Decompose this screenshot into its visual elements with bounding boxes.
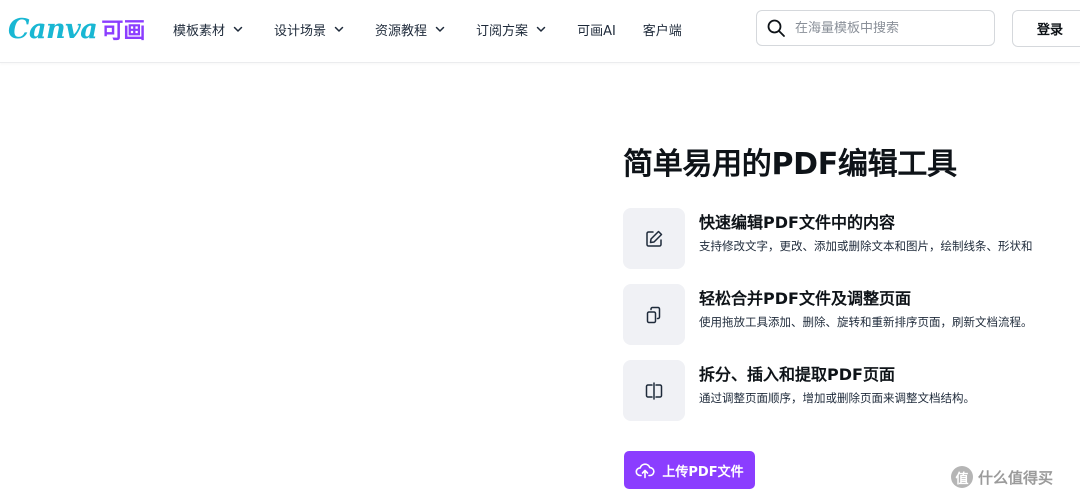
edit-icon xyxy=(646,230,663,247)
split-icon xyxy=(645,381,663,400)
watermark-badge: 值 xyxy=(951,466,973,488)
nav-design-scenes[interactable]: 设计场景 xyxy=(274,20,345,39)
feature-title: 快速编辑PDF文件中的内容 xyxy=(699,213,895,232)
chevron-down-icon xyxy=(334,26,344,32)
chevron-down-icon xyxy=(536,26,546,32)
nav-desktop-client[interactable]: 客户端 xyxy=(643,20,682,39)
nav-resources[interactable]: 资源教程 xyxy=(375,20,446,39)
nav-pricing[interactable]: 订阅方案 xyxy=(476,20,547,39)
pages-icon xyxy=(646,306,661,323)
feature-item-split: 拆分、插入和提取PDF页面 通过调整页面顺序，增加或删除页面来调整文档结构。 xyxy=(623,360,1080,422)
feature-description: 支持修改文字，更改、添加或删除文本和图片，绘制线条、形状和 xyxy=(699,239,1033,253)
feature-icon-box xyxy=(623,208,685,269)
upload-pdf-label: 上传PDF文件 xyxy=(662,464,744,480)
page-title: 简单易用的PDF编辑工具 xyxy=(623,147,957,182)
nav-label: 可画AI xyxy=(577,23,616,39)
feature-item-edit: 快速编辑PDF文件中的内容 支持修改文字，更改、添加或删除文本和图片，绘制线条、… xyxy=(623,208,1080,270)
feature-title: 轻松合并PDF文件及调整页面 xyxy=(699,289,911,308)
nav-label: 资源教程 xyxy=(375,23,428,39)
page: Canva 可画 模板素材 设计场景 资源教程 订阅方案 可画AI 客户端 在海… xyxy=(0,0,1080,503)
watermark-text: 什么值得买 xyxy=(978,468,1054,487)
nav-canva-ai[interactable]: 可画AI xyxy=(577,20,616,39)
nav-label: 订阅方案 xyxy=(476,23,529,39)
feature-title: 拆分、插入和提取PDF页面 xyxy=(699,365,895,384)
chevron-down-icon xyxy=(233,26,243,32)
nav-label: 设计场景 xyxy=(274,23,327,39)
feature-icon-box xyxy=(623,360,685,421)
feature-description: 通过调整页面顺序，增加或删除页面来调整文档结构。 xyxy=(699,391,975,405)
main-nav: 模板素材 设计场景 资源教程 订阅方案 可画AI 客户端 xyxy=(173,0,682,58)
upload-pdf-button[interactable]: 上传PDF文件 xyxy=(624,451,755,489)
nav-label: 模板素材 xyxy=(173,23,226,39)
nav-templates[interactable]: 模板素材 xyxy=(173,20,244,39)
feature-item-merge: 轻松合并PDF文件及调整页面 使用拖放工具添加、删除、旋转和重新排序页面，刷新文… xyxy=(623,284,1080,346)
feature-icon-box xyxy=(623,284,685,345)
canva-logo[interactable]: Canva 可画 xyxy=(8,9,145,49)
login-button[interactable]: 登录 xyxy=(1012,10,1080,47)
search-box[interactable] xyxy=(756,10,995,46)
top-nav-bar: Canva 可画 模板素材 设计场景 资源教程 订阅方案 可画AI 客户端 在海… xyxy=(0,0,1080,63)
cloud-upload-icon xyxy=(635,463,656,479)
nav-label: 客户端 xyxy=(642,23,682,39)
chevron-down-icon xyxy=(435,26,445,32)
search-icon xyxy=(767,19,785,37)
feature-description: 使用拖放工具添加、删除、旋转和重新排序页面，刷新文档流程。 xyxy=(699,315,1033,329)
logo-chinese-name: 可画 xyxy=(101,19,146,44)
site-watermark: 值 什么值得买 xyxy=(951,466,1053,488)
logo-wordmark: Canva xyxy=(8,13,98,45)
search-input[interactable] xyxy=(795,20,975,36)
